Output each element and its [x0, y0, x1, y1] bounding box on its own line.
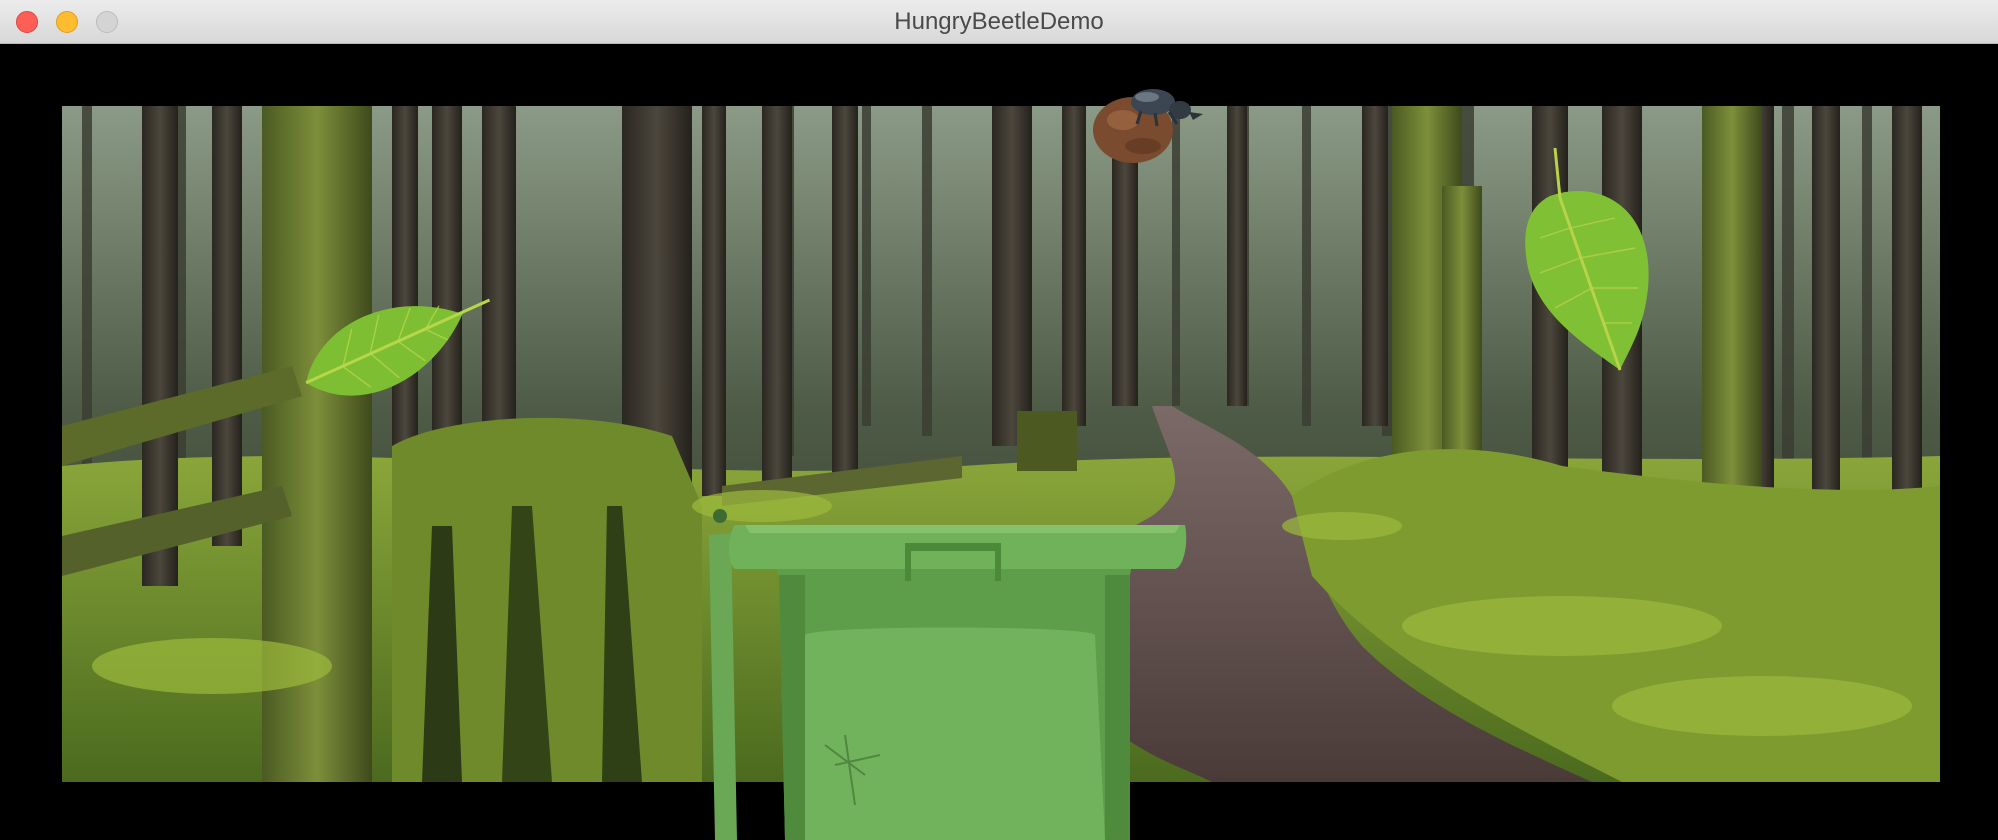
leaf-icon [305, 298, 491, 396]
window-title: HungryBeetleDemo [894, 8, 1104, 35]
leaf-sprite-right[interactable] [1520, 148, 1655, 378]
compost-bin-sprite[interactable] [705, 505, 1190, 840]
leaf-sprite-left[interactable] [290, 280, 510, 415]
bin-icon [709, 509, 1187, 840]
leaf-icon [1525, 148, 1649, 371]
beetle-with-seed-sprite[interactable] [1085, 84, 1205, 164]
title-bar[interactable]: HungryBeetleDemo [0, 0, 1998, 44]
app-window: HungryBeetleDemo [0, 0, 1998, 840]
